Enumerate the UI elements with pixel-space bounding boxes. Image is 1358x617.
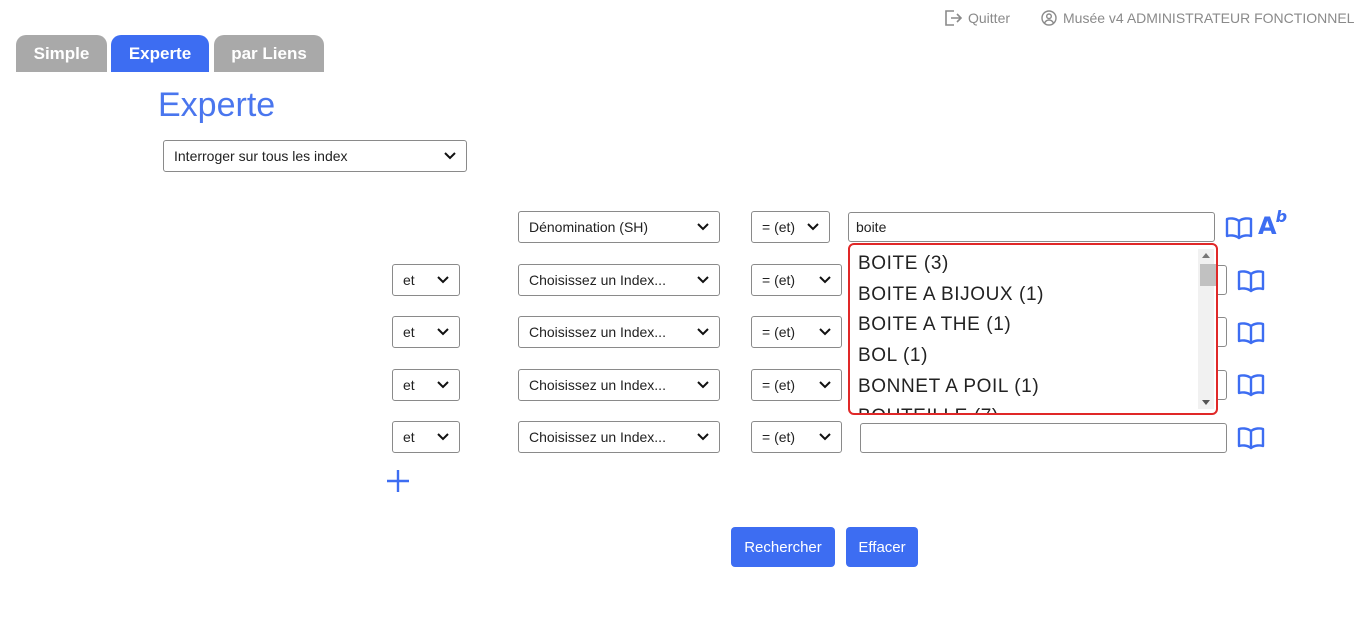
top-bar: Quitter Musée v4 ADMINISTRATEUR FONCTION…	[0, 0, 1358, 36]
suggestion-item[interactable]: BOUTEILLE (7)	[858, 402, 1194, 413]
suggestion-item[interactable]: BOITE A BIJOUX (1)	[858, 280, 1194, 311]
index-select-value: Choisissez un Index...	[529, 272, 666, 288]
chevron-down-icon	[819, 274, 831, 286]
index-select-3[interactable]: Choisissez un Index...	[518, 316, 720, 348]
chevron-down-icon	[697, 221, 709, 233]
chevron-down-icon	[819, 326, 831, 338]
chevron-down-icon	[819, 431, 831, 443]
suggestion-list: BOITE (3) BOITE A BIJOUX (1) BOITE A THE…	[858, 249, 1194, 413]
chevron-down-icon	[437, 274, 449, 286]
operator-select-2[interactable]: = (et)	[751, 264, 842, 296]
operator-select-3[interactable]: = (et)	[751, 316, 842, 348]
index-select-4[interactable]: Choisissez un Index...	[518, 369, 720, 401]
operator-select-value: = (et)	[762, 429, 796, 445]
index-select-value: Choisissez un Index...	[529, 324, 666, 340]
user-account-link[interactable]: Musée v4 ADMINISTRATEUR FONCTIONNEL	[1041, 10, 1358, 26]
chevron-down-icon	[437, 379, 449, 391]
chevron-down-icon	[819, 379, 831, 391]
text-case-icon[interactable]: Ab	[1258, 207, 1288, 240]
logic-select-value: et	[403, 377, 415, 393]
index-select-value: Dénomination (SH)	[529, 219, 649, 235]
clear-button[interactable]: Effacer	[846, 527, 918, 567]
chevron-down-icon	[807, 221, 819, 233]
book-icon[interactable]	[1237, 269, 1265, 293]
tab-par-liens[interactable]: par Liens	[214, 35, 324, 72]
user-label: Musée v4 ADMINISTRATEUR FONCTIONNEL	[1063, 10, 1355, 26]
chevron-down-icon	[697, 379, 709, 391]
scroll-down-arrow-icon[interactable]	[1202, 400, 1210, 405]
scroll-thumb[interactable]	[1200, 264, 1216, 286]
operator-select-value: = (et)	[762, 324, 796, 340]
operator-select-value: = (et)	[762, 377, 796, 393]
index-scope-value: Interroger sur tous les index	[174, 148, 348, 164]
index-select-value: Choisissez un Index...	[529, 377, 666, 393]
tab-simple[interactable]: Simple	[16, 35, 107, 72]
search-value-input-5[interactable]	[860, 423, 1227, 453]
index-select-5[interactable]: Choisissez un Index...	[518, 421, 720, 453]
chevron-down-icon	[437, 431, 449, 443]
operator-select-4[interactable]: = (et)	[751, 369, 842, 401]
user-circle-icon	[1041, 10, 1057, 26]
suggestion-item[interactable]: BOITE (3)	[858, 249, 1194, 280]
quit-label: Quitter	[968, 10, 1011, 26]
logic-select-value: et	[403, 324, 415, 340]
book-icon[interactable]	[1237, 373, 1265, 397]
scroll-up-arrow-icon[interactable]	[1202, 253, 1210, 258]
search-button[interactable]: Rechercher	[731, 527, 835, 567]
book-icon[interactable]	[1225, 216, 1253, 240]
suggestion-item[interactable]: BOL (1)	[858, 341, 1194, 372]
suggestion-item[interactable]: BONNET A POIL (1)	[858, 372, 1194, 403]
index-select-value: Choisissez un Index...	[529, 429, 666, 445]
suggestion-scrollbar[interactable]	[1198, 249, 1216, 409]
logic-select-4[interactable]: et	[392, 369, 460, 401]
index-select-1[interactable]: Dénomination (SH)	[518, 211, 720, 243]
chevron-down-icon	[697, 326, 709, 338]
search-value-input-1[interactable]: boite	[848, 212, 1215, 242]
quit-link[interactable]: Quitter	[944, 10, 1010, 26]
logic-select-value: et	[403, 272, 415, 288]
book-icon[interactable]	[1237, 321, 1265, 345]
operator-select-1[interactable]: = (et)	[751, 211, 830, 243]
chevron-down-icon	[697, 274, 709, 286]
operator-select-value: = (et)	[762, 272, 796, 288]
logic-select-value: et	[403, 429, 415, 445]
logout-icon	[944, 10, 962, 26]
autocomplete-dropdown[interactable]: BOITE (3) BOITE A BIJOUX (1) BOITE A THE…	[848, 243, 1218, 415]
logic-select-2[interactable]: et	[392, 264, 460, 296]
operator-select-5[interactable]: = (et)	[751, 421, 842, 453]
chevron-down-icon	[444, 150, 456, 162]
index-scope-select[interactable]: Interroger sur tous les index	[163, 140, 467, 172]
suggestion-item[interactable]: BOITE A THE (1)	[858, 310, 1194, 341]
logic-select-5[interactable]: et	[392, 421, 460, 453]
book-icon[interactable]	[1237, 426, 1265, 450]
add-criteria-plus-icon[interactable]	[385, 468, 411, 494]
chevron-down-icon	[697, 431, 709, 443]
chevron-down-icon	[437, 326, 449, 338]
tab-experte[interactable]: Experte	[111, 35, 209, 72]
index-select-2[interactable]: Choisissez un Index...	[518, 264, 720, 296]
logic-select-3[interactable]: et	[392, 316, 460, 348]
operator-select-value: = (et)	[762, 219, 796, 235]
page-title: Experte	[158, 86, 276, 124]
